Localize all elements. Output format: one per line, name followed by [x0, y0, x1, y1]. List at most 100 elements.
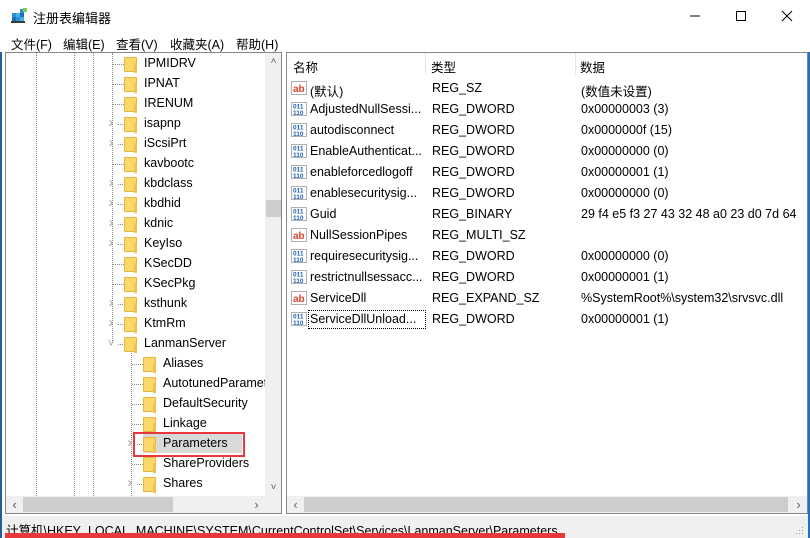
collapse-chevron-icon[interactable]: ˅ [106, 336, 116, 350]
value-name: ServiceDll [310, 291, 367, 305]
tree-item[interactable]: Linkage [6, 414, 264, 434]
tree-connector [137, 484, 142, 485]
tree-item[interactable]: IPMIDRV [6, 54, 264, 74]
value-row[interactable]: 011 110 autodisconnect REG_DWORD 0x0000000f … [287, 120, 807, 141]
value-row[interactable]: 011 110 Guid REG_BINARY 29 f4 e5 f3 27 43 32… [287, 204, 807, 225]
column-header-data[interactable]: 数据 [580, 57, 605, 76]
expand-chevron-icon[interactable]: › [125, 475, 135, 490]
tree-item-label: isapnp [144, 116, 181, 130]
list-horizontal-scrollbar[interactable]: ‹ › [287, 496, 807, 513]
tree-item-label: KeyIso [144, 236, 183, 250]
tree-connector [118, 304, 123, 305]
tree-item[interactable]: DefaultSecurity [6, 394, 264, 414]
scroll-up-icon[interactable]: ˄ [265, 53, 281, 70]
expand-chevron-icon[interactable]: › [106, 115, 116, 130]
list-horizontal-scroll-thumb[interactable] [304, 497, 788, 512]
binary-value-icon: 011110 [291, 123, 307, 138]
value-row[interactable]: ab ServiceDll REG_EXPAND_SZ %SystemRoot%\sy… [287, 288, 807, 309]
value-name: ServiceDllUnload... [310, 312, 417, 326]
expand-chevron-icon[interactable]: › [106, 235, 116, 250]
menu-edit[interactable]: 编辑(E) [63, 34, 105, 53]
folder-icon [124, 197, 137, 213]
folder-icon [124, 337, 137, 353]
column-header-type[interactable]: 类型 [431, 57, 456, 76]
folder-icon [124, 277, 137, 293]
scroll-left-icon[interactable]: ‹ [287, 496, 304, 513]
tree-item[interactable]: Aliases [6, 354, 264, 374]
value-row[interactable]: 011 110 restrictnullsessacc... REG_DWORD 0x0… [287, 267, 807, 288]
tree-item[interactable]: IRENUM [6, 94, 264, 114]
menu-favorites[interactable]: 收藏夹(A) [170, 34, 224, 53]
tree-item[interactable]: kavbootc [6, 154, 264, 174]
value-type: REG_DWORD [432, 165, 515, 179]
tree-connector [118, 124, 123, 125]
binary-value-icon: 011110 [291, 207, 307, 222]
tree-horizontal-scrollbar[interactable]: ‹ › [6, 496, 281, 513]
column-separator[interactable] [575, 53, 576, 75]
tree-item[interactable]: › Shares [6, 474, 264, 494]
folder-icon [143, 457, 156, 473]
minimize-button[interactable] [672, 0, 718, 32]
scroll-right-icon[interactable]: › [248, 496, 265, 513]
value-row[interactable]: 011 110 AdjustedNullSessi... REG_DWORD 0x000… [287, 99, 807, 120]
tree-item[interactable]: KSecDD [6, 254, 264, 274]
scroll-down-icon[interactable]: ˅ [265, 479, 281, 496]
expand-chevron-icon[interactable]: › [106, 215, 116, 230]
value-type: REG_DWORD [432, 249, 515, 263]
expand-chevron-icon[interactable]: › [106, 315, 116, 330]
tree-item[interactable]: KSecPkg [6, 274, 264, 294]
expand-chevron-icon[interactable]: › [106, 135, 116, 150]
tree-horizontal-scroll-thumb[interactable] [23, 497, 173, 512]
value-row[interactable]: 011 110 enablesecuritysig... REG_DWORD 0x000… [287, 183, 807, 204]
menu-file[interactable]: 文件(F) [11, 34, 52, 53]
tree-item[interactable]: › KeyIso [6, 234, 264, 254]
tree-item[interactable]: AutotunedParameters [6, 374, 281, 394]
scroll-left-icon[interactable]: ‹ [6, 496, 23, 513]
resize-grip-icon[interactable] [794, 525, 804, 535]
menu-help[interactable]: 帮助(H) [236, 34, 278, 53]
value-row[interactable]: ab NullSessionPipes REG_MULTI_SZ [287, 225, 807, 246]
value-row[interactable]: 011 110 enableforcedlogoff REG_DWORD 0x00000… [287, 162, 807, 183]
column-header-name[interactable]: 名称 [293, 57, 318, 76]
tree-item-label: kavbootc [144, 156, 195, 170]
tree-item[interactable]: › KtmRm [6, 314, 264, 334]
expand-chevron-icon[interactable]: › [106, 175, 116, 190]
tree-connector [132, 424, 143, 425]
tree-item-label: ksthunk [144, 296, 188, 310]
tree-item[interactable]: ShareProviders [6, 454, 264, 474]
tree-item-label: kbdclass [144, 176, 193, 190]
maximize-button[interactable] [718, 0, 764, 32]
scroll-right-icon[interactable]: › [790, 496, 807, 513]
tree-item[interactable]: › iScsiPrt [6, 134, 264, 154]
tree-item[interactable]: › kbdhid [6, 194, 264, 214]
tree-vertical-scrollbar[interactable]: ˄ ˅ [265, 53, 281, 496]
binary-value-icon: 011110 [291, 102, 307, 117]
value-row[interactable]: 011 110 requiresecuritysig... REG_DWORD 0x00… [287, 246, 807, 267]
expand-chevron-icon[interactable]: › [106, 295, 116, 310]
value-type: REG_DWORD [432, 186, 515, 200]
expand-chevron-icon[interactable]: › [106, 195, 116, 210]
tree-item[interactable]: IPNAT [6, 74, 264, 94]
value-name: restrictnullsessacc... [310, 270, 423, 284]
tree-vertical-scroll-thumb[interactable] [266, 200, 281, 217]
value-row[interactable]: 011 110 ServiceDllUnload... REG_DWORD 0x0000… [287, 309, 807, 330]
tree-item[interactable]: › isapnp [6, 114, 264, 134]
tree-item[interactable]: › kdnic [6, 214, 264, 234]
title-bar[interactable]: 注册表编辑器 [0, 0, 810, 32]
registry-values-list[interactable]: 名称 类型 数据 ab (默认) REG_SZ (数值未设置) 011 110 Adjust… [286, 52, 808, 514]
window-title: 注册表编辑器 [33, 11, 112, 26]
tree-connector [113, 84, 124, 85]
value-row[interactable]: 011 110 EnableAuthenticat... REG_DWORD 0x000… [287, 141, 807, 162]
value-type: REG_DWORD [432, 144, 515, 158]
menu-view[interactable]: 查看(V) [116, 34, 158, 53]
column-separator[interactable] [425, 53, 426, 75]
tree-item[interactable]: › kbdclass [6, 174, 264, 194]
tree-item-label: Linkage [163, 416, 207, 430]
close-button[interactable] [764, 0, 810, 32]
folder-icon [143, 397, 156, 413]
tree-item[interactable]: › ksthunk [6, 294, 264, 314]
tree-connector [113, 164, 124, 165]
tree-item[interactable]: ˅ LanmanServer [6, 334, 264, 354]
binary-value-icon: 011110 [291, 165, 307, 180]
value-row[interactable]: ab (默认) REG_SZ (数值未设置) [287, 78, 807, 99]
